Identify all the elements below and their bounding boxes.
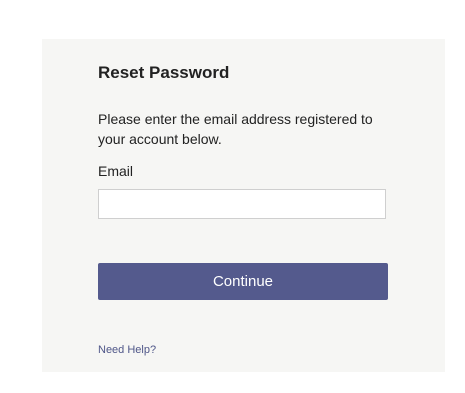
page-title: Reset Password [98, 63, 230, 82]
reset-password-panel: Reset Password Please enter the email ad… [42, 39, 445, 372]
email-label: Email [98, 163, 134, 179]
form-description: Please enter the email address registere… [98, 111, 373, 147]
continue-button[interactable]: Continue [98, 263, 388, 300]
email-field[interactable] [98, 189, 386, 219]
need-help-link[interactable]: Need Help? [98, 344, 156, 356]
